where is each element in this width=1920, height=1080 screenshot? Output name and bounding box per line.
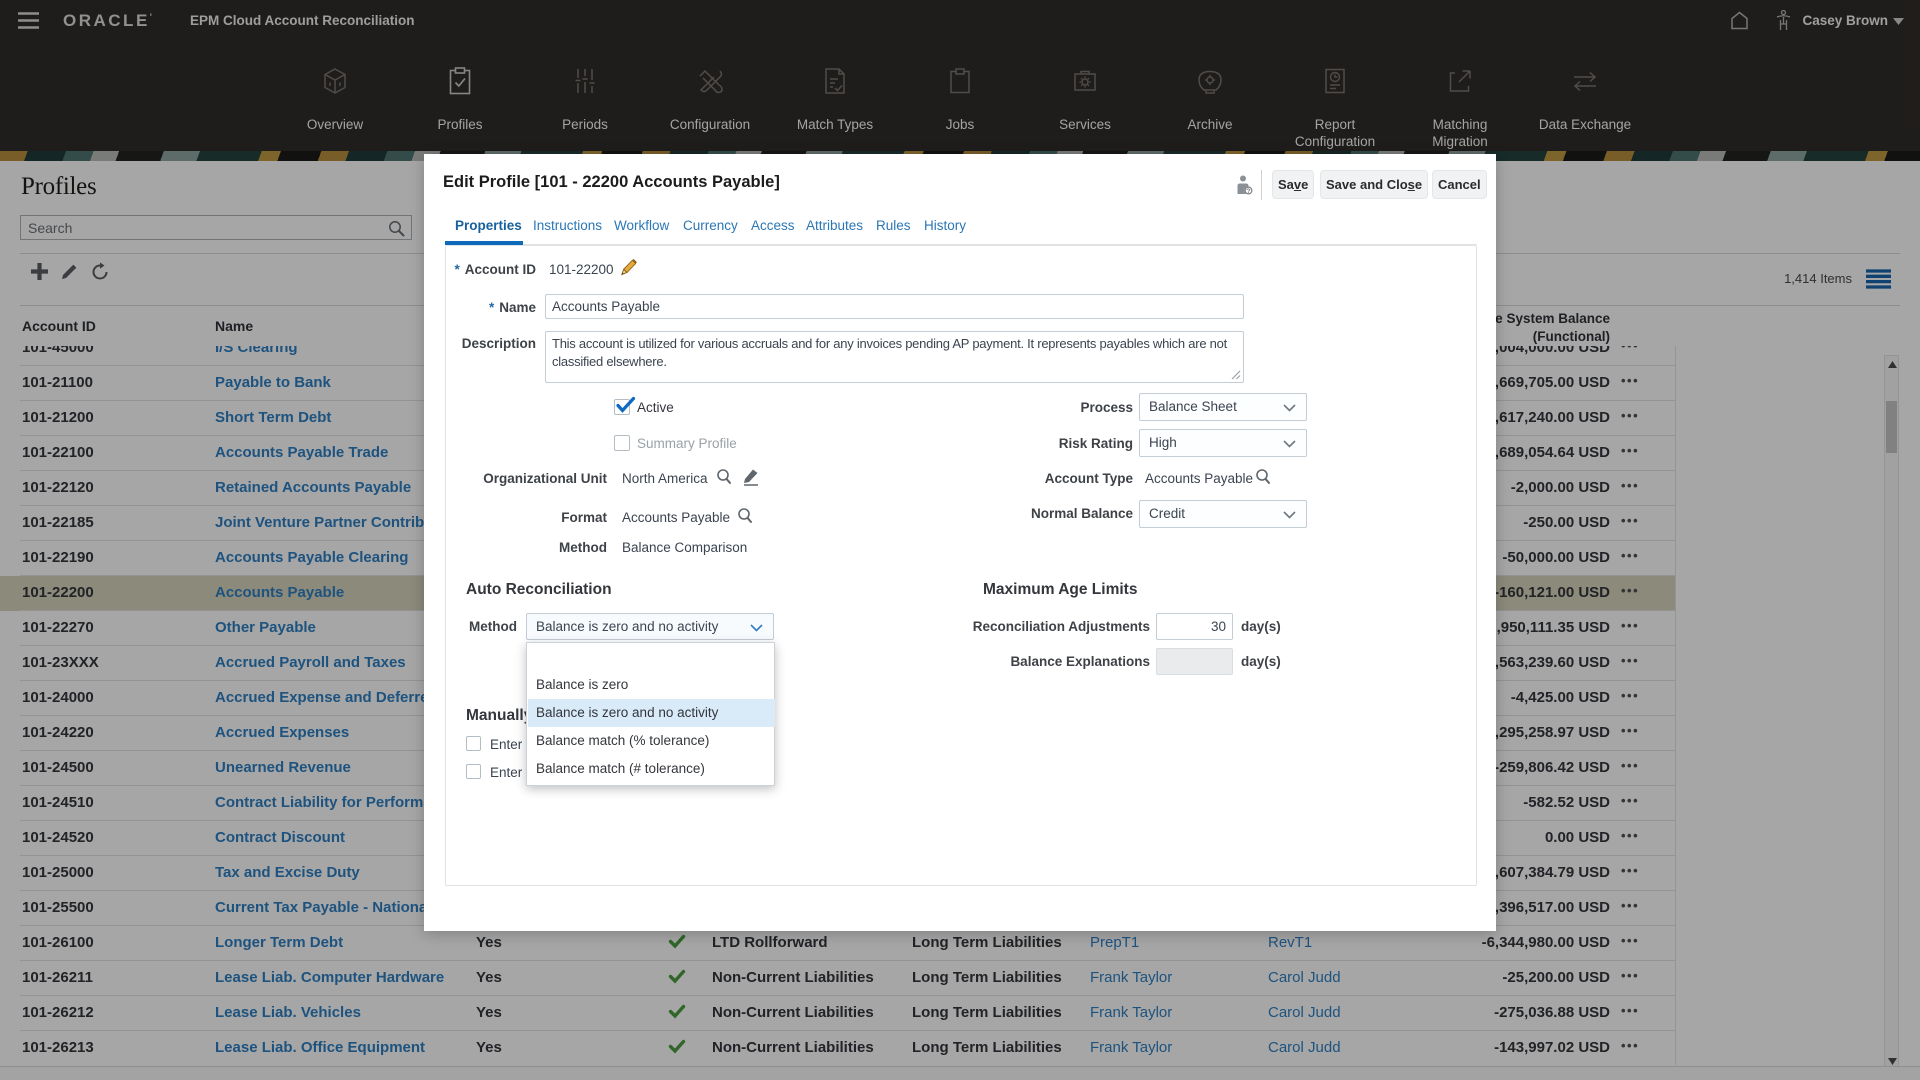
svg-text:?: ?: [1247, 188, 1251, 195]
